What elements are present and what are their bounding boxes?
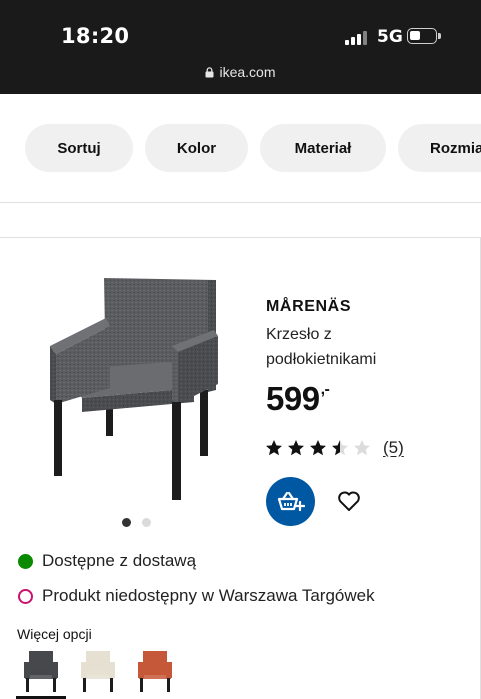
more-options-label: Więcej opcji — [17, 626, 92, 642]
product-name[interactable]: MÅRENÄS — [266, 298, 351, 316]
product-image[interactable] — [44, 270, 224, 506]
lock-icon — [205, 65, 214, 81]
unavailable-indicator-icon — [18, 588, 33, 604]
rating-stars — [265, 439, 375, 457]
star-full-icon — [287, 439, 309, 457]
armchair-image — [50, 278, 218, 500]
heart-icon — [338, 491, 360, 511]
product-description: Krzesło z podłokietnikami — [266, 326, 377, 368]
filter-sort-button[interactable]: Sortuj — [25, 124, 133, 172]
divider — [0, 237, 481, 238]
clock: 18:20 — [61, 24, 130, 48]
color-variant-option[interactable] — [16, 646, 66, 699]
available-indicator-icon — [18, 553, 33, 569]
favourite-button[interactable] — [333, 485, 365, 517]
add-to-cart-button[interactable] — [266, 477, 315, 526]
filter-color-button[interactable]: Kolor — [145, 124, 248, 172]
color-variant-option[interactable] — [73, 646, 123, 699]
star-empty-icon — [353, 439, 375, 457]
filter-material-button[interactable]: Materiał — [260, 124, 386, 172]
image-dot[interactable] — [142, 518, 151, 527]
battery-icon — [407, 28, 441, 44]
image-dot-active[interactable] — [122, 518, 131, 527]
filter-size-button[interactable]: Rozmia — [398, 124, 481, 172]
divider — [0, 202, 481, 203]
network-type: 5G — [377, 27, 403, 47]
filter-bar: Sortuj Kolor Materiał Rozmia — [0, 124, 481, 174]
address-bar[interactable]: ikea.com — [0, 64, 481, 81]
price-suffix: ,- — [320, 381, 330, 398]
color-variant-option[interactable] — [130, 646, 180, 699]
star-half-icon — [331, 439, 353, 457]
add-to-cart-icon — [277, 491, 305, 511]
url-text: ikea.com — [219, 64, 276, 80]
star-full-icon — [265, 439, 287, 457]
reviews-link[interactable]: (5) — [383, 438, 404, 458]
status-bar: 18:20 5G ikea.com — [0, 0, 481, 94]
availability-store: Produkt niedostępny w Warszawa Targówek — [18, 586, 375, 606]
star-full-icon — [309, 439, 331, 457]
signal-strength-icon — [345, 30, 369, 45]
product-price: 599,- — [266, 380, 330, 418]
availability-delivery: Dostępne z dostawą — [18, 551, 196, 571]
price-value: 599 — [266, 380, 320, 417]
